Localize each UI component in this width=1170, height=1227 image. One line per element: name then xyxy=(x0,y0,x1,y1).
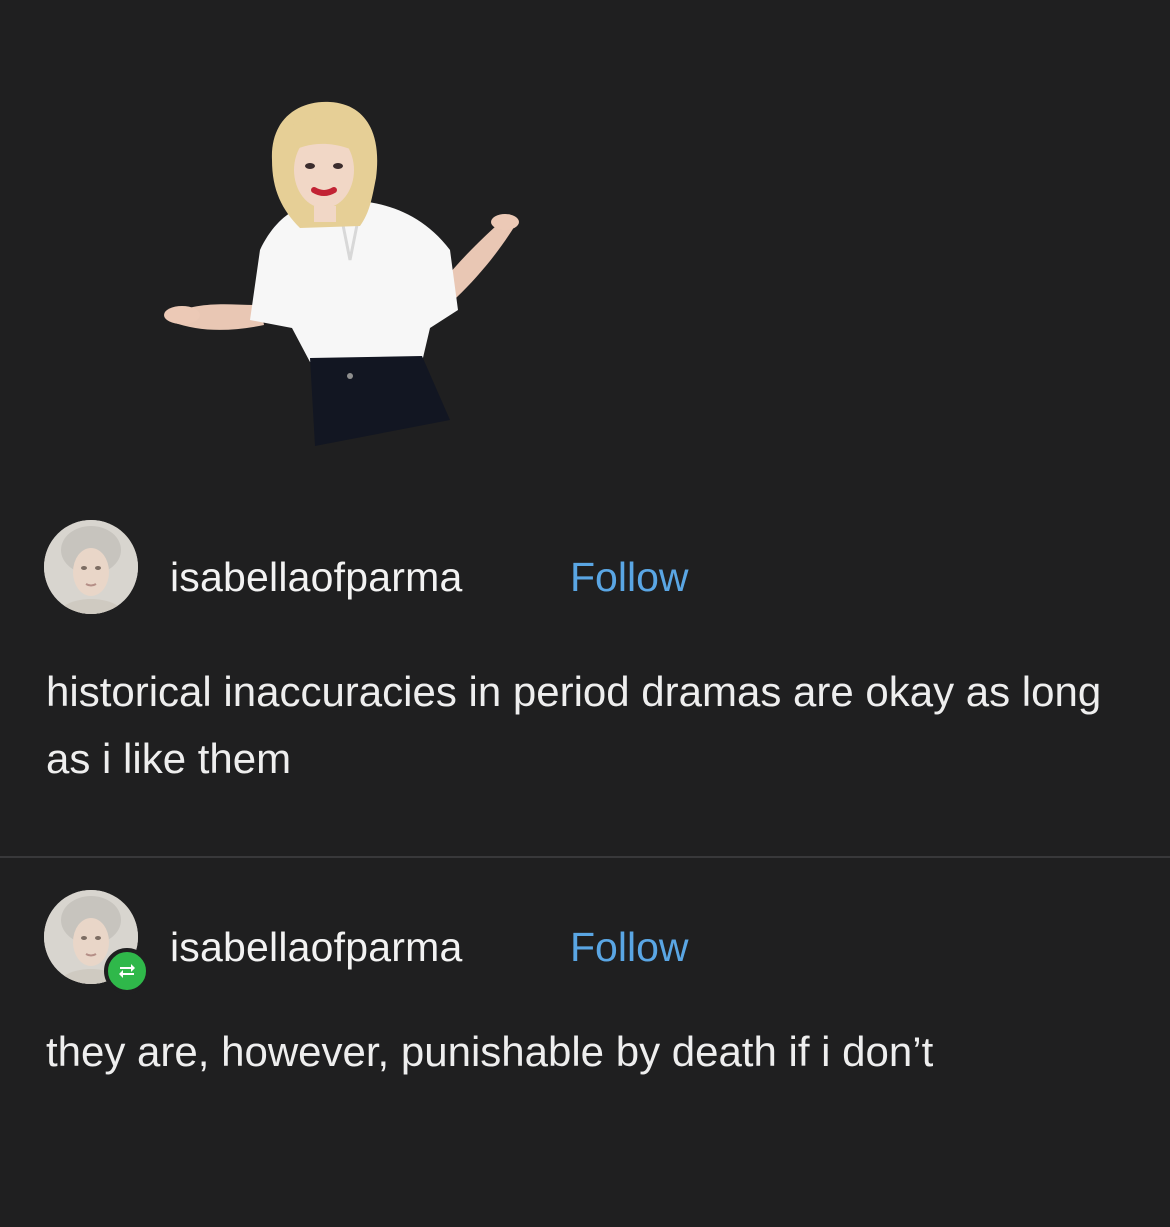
post-text: they are, however, punishable by death i… xyxy=(46,1028,934,1075)
follow-button[interactable]: Follow xyxy=(570,554,688,601)
follow-button[interactable]: Follow xyxy=(570,924,688,971)
post-divider xyxy=(0,856,1170,858)
post-original: isabellaofparma Follow historical inaccu… xyxy=(0,518,1170,782)
user-avatar[interactable] xyxy=(44,520,138,614)
post-text: historical inaccuracies in period dramas… xyxy=(46,668,1102,782)
shrugging-woman-sticker xyxy=(160,100,530,452)
username[interactable]: isabellaofparma xyxy=(170,924,462,971)
post-header: isabellaofparma Follow xyxy=(0,888,1170,994)
post-reblog: isabellaofparma Follow they are, however… xyxy=(0,888,1170,1075)
post-header: isabellaofparma Follow xyxy=(0,518,1170,618)
username[interactable]: isabellaofparma xyxy=(170,554,462,601)
reblog-icon xyxy=(104,948,150,994)
